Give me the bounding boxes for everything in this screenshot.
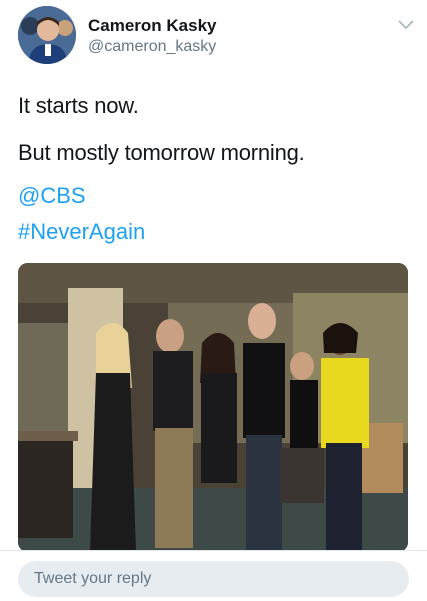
hashtag-link[interactable]: #NeverAgain — [18, 219, 145, 245]
author-name[interactable]: Cameron Kasky — [88, 16, 217, 36]
reply-input[interactable]: Tweet your reply — [18, 561, 409, 597]
mention-link[interactable]: @CBS — [18, 183, 86, 209]
author-handle[interactable]: @cameron_kasky — [88, 38, 216, 56]
tweet-text-line1: It starts now. — [18, 93, 139, 118]
group-photo-image — [18, 263, 408, 552]
reply-bar: Tweet your reply — [0, 550, 427, 601]
chevron-down-icon[interactable] — [396, 18, 416, 32]
tweet-text-line2: But mostly tomorrow morning. — [18, 140, 305, 165]
tweet-header: Cameron Kasky @cameron_kasky — [18, 6, 418, 66]
author-avatar[interactable] — [18, 6, 76, 64]
tweet-photo[interactable] — [18, 263, 408, 552]
